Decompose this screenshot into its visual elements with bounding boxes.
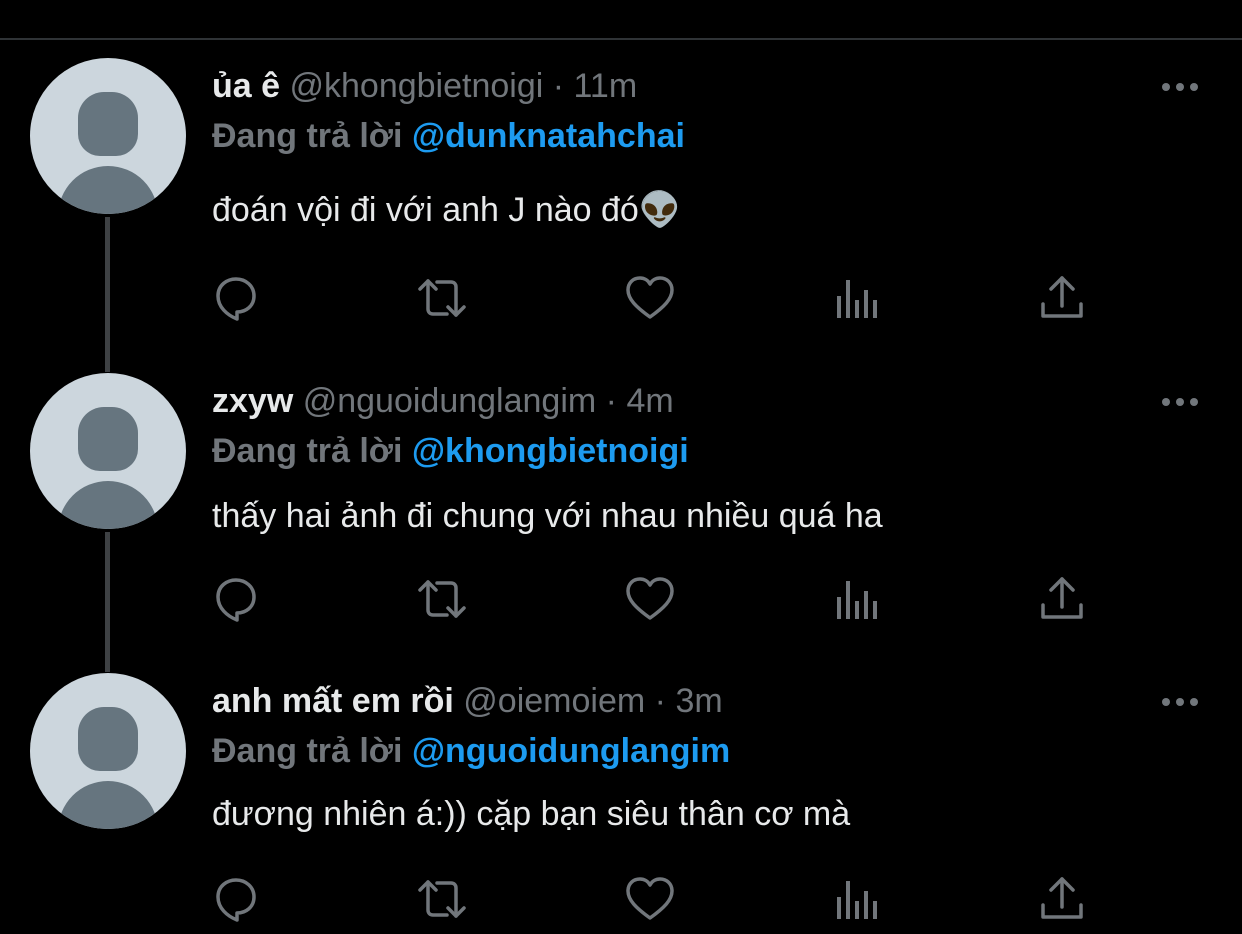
share-icon[interactable] [1034,270,1090,326]
replying-to: Đang trả lời @nguoidunglangim [212,731,730,771]
timestamp[interactable]: 3m [675,682,722,720]
replying-label: Đang trả lời [212,732,403,770]
timestamp[interactable]: 11m [574,67,638,105]
action-bar [0,270,1242,330]
separator-dot: · [605,382,617,420]
replying-to: Đang trả lời @dunknatahchai [212,116,685,156]
tweet-header: ủa ê @khongbietnoigi · 11m [212,66,637,106]
more-icon[interactable] [1158,389,1202,415]
avatar[interactable] [30,58,186,214]
action-bar [0,571,1242,631]
tweet-header: zxyw @nguoidunglangim · 4m [212,381,674,421]
separator-dot: · [654,682,666,720]
like-icon[interactable] [622,571,678,627]
reply-icon[interactable] [208,571,264,627]
more-icon[interactable] [1158,689,1202,715]
mention-link[interactable]: @khongbietnoigi [412,432,689,470]
replying-to: Đang trả lời @khongbietnoigi [212,431,689,471]
tweet-text: đoán vội đi với anh J nào đó👽 [212,191,682,229]
action-bar [0,871,1242,931]
user-handle[interactable]: @oiemoiem [463,682,645,720]
reply-icon[interactable] [208,871,264,927]
share-icon[interactable] [1034,871,1090,927]
replying-label: Đang trả lời [212,432,403,470]
share-icon[interactable] [1034,571,1090,627]
display-name[interactable]: zxyw [212,382,293,420]
avatar[interactable] [30,673,186,829]
retweet-icon[interactable] [414,270,470,326]
top-divider [0,38,1242,40]
mention-link[interactable]: @nguoidunglangim [412,732,730,770]
user-handle[interactable]: @khongbietnoigi [290,67,544,105]
more-icon[interactable] [1158,74,1202,100]
like-icon[interactable] [622,871,678,927]
like-icon[interactable] [622,270,678,326]
avatar[interactable] [30,373,186,529]
user-handle[interactable]: @nguoidunglangim [303,382,597,420]
retweet-icon[interactable] [414,871,470,927]
tweet-header: anh mất em rồi @oiemoiem · 3m [212,681,723,721]
reply-icon[interactable] [208,270,264,326]
tweet-text: thấy hai ảnh đi chung với nhau nhiều quá… [212,497,883,535]
analytics-icon[interactable] [828,270,884,326]
timestamp[interactable]: 4m [626,382,673,420]
analytics-icon[interactable] [828,571,884,627]
retweet-icon[interactable] [414,571,470,627]
display-name[interactable]: ủa ê [212,67,280,105]
separator-dot: · [552,67,565,105]
replying-label: Đang trả lời [212,117,403,155]
tweet-text: đương nhiên á:)) cặp bạn siêu thân cơ mà [212,795,851,833]
analytics-icon[interactable] [828,871,884,927]
mention-link[interactable]: @dunknatahchai [412,117,685,155]
display-name[interactable]: anh mất em rồi [212,682,454,720]
